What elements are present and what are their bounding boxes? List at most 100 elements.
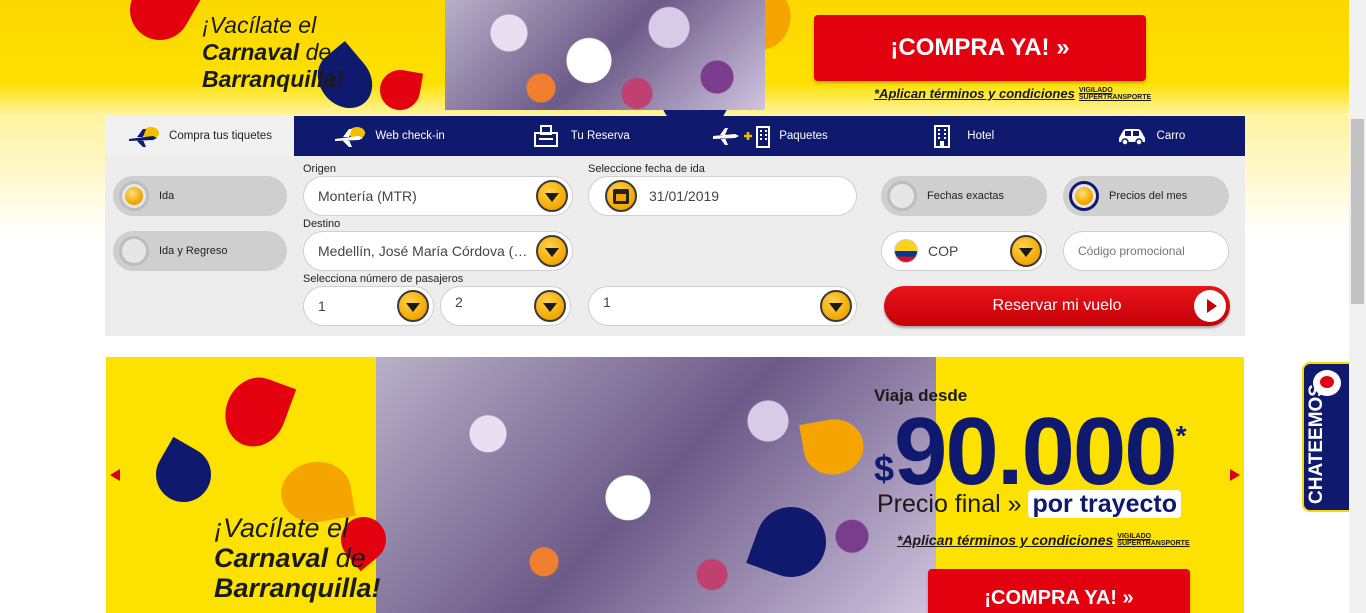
- buy-now-button[interactable]: ¡COMPRA YA! »: [814, 15, 1146, 81]
- search-tabs: Compra tus tiquetes Web check-in Tu Rese…: [105, 116, 1245, 156]
- decor-petal: [145, 436, 222, 513]
- exact-dates-label: Fechas exactas: [927, 190, 1005, 202]
- one-way-label: Ida: [159, 190, 175, 202]
- hero-terms-link[interactable]: *Aplican términos y condiciones VIGILADO…: [897, 532, 1190, 548]
- terms-link[interactable]: *Aplican términos y condiciones VIGILADO…: [874, 86, 1152, 101]
- colombia-flag-icon: [894, 239, 918, 263]
- chevron-down-icon[interactable]: [1010, 235, 1042, 267]
- plane-hotel-icon: [711, 124, 771, 148]
- infants-value: 1: [603, 294, 611, 310]
- price-asterisk: *: [1175, 420, 1187, 451]
- origin-value: Montería (MTR): [318, 188, 417, 204]
- carousel-next-arrow[interactable]: [1230, 469, 1240, 481]
- chat-label: CHATEEMOS: [1306, 384, 1327, 504]
- tab-label: Compra tus tiquetes: [169, 130, 272, 142]
- promo-title-bold: Carnaval: [202, 39, 300, 65]
- infants-select[interactable]: 1: [588, 286, 857, 326]
- hero-title-bold: Carnaval: [214, 543, 329, 573]
- plane-cloud-icon: [333, 124, 367, 148]
- month-prices-label: Precios del mes: [1109, 190, 1188, 202]
- destination-label: Destino: [303, 218, 341, 230]
- chevron-down-icon[interactable]: [534, 290, 566, 322]
- price-amount: $ 90.000 *: [874, 402, 1187, 502]
- reserve-flight-button[interactable]: Reservar mi vuelo: [884, 286, 1230, 326]
- tab-paquetes[interactable]: Paquetes: [674, 116, 864, 156]
- round-trip-label: Ida y Regreso: [159, 245, 228, 257]
- hero-title-de: de: [335, 543, 366, 573]
- chat-widget[interactable]: CHATEEMOS: [1302, 362, 1349, 512]
- radio-round-trip[interactable]: [119, 236, 149, 266]
- tab-carro[interactable]: Carro: [1055, 116, 1245, 156]
- trip-type-round-trip[interactable]: Ida y Regreso: [113, 231, 287, 271]
- promo-title-de: de: [305, 39, 332, 65]
- radio-one-way[interactable]: [119, 181, 149, 211]
- price-subtitle: Precio final » por trayecto: [877, 490, 1181, 519]
- origin-select[interactable]: Montería (MTR): [303, 176, 573, 216]
- buy-now-label: ¡COMPRA YA! »: [890, 34, 1070, 61]
- children-select[interactable]: 2: [440, 286, 571, 326]
- date-value: 31/01/2019: [649, 188, 720, 204]
- tab-label: Paquetes: [779, 130, 828, 142]
- date-picker[interactable]: 31/01/2019: [588, 176, 857, 216]
- top-promo-banner[interactable]: ¡Vacílate el Carnaval de Barranquilla! ¡…: [0, 0, 1366, 118]
- radio-month-prices[interactable]: [1069, 181, 1099, 211]
- hero-title: ¡Vacílate el Carnaval de Barranquilla!: [214, 513, 381, 603]
- currency-value: COP: [928, 243, 959, 259]
- price-value: 90.000: [894, 398, 1178, 505]
- tab-label: Tu Reserva: [570, 130, 630, 142]
- passengers-label: Selecciona número de pasajeros: [303, 273, 464, 285]
- vigilado-seal: VIGILADO SUPERTRANSPORTE: [1078, 86, 1152, 101]
- promo-title-line1: ¡Vacílate el: [202, 12, 317, 38]
- chevron-down-icon[interactable]: [397, 290, 429, 322]
- tab-hotel[interactable]: Hotel: [865, 116, 1055, 156]
- currency-select[interactable]: COP: [881, 231, 1047, 271]
- plane-cloud-icon: [127, 124, 161, 148]
- tab-label: Hotel: [967, 130, 995, 142]
- terms-label: *Aplican términos y condiciones: [874, 86, 1075, 101]
- decor-petal: [376, 66, 424, 114]
- carnival-photo: [376, 357, 936, 613]
- chevron-down-icon[interactable]: [536, 180, 568, 212]
- building-icon: [925, 124, 959, 148]
- carnival-photo: [445, 0, 765, 110]
- currency-symbol: $: [874, 448, 895, 489]
- promo-title-line3: Barranquilla!: [202, 66, 344, 92]
- chevron-down-icon[interactable]: [536, 235, 568, 267]
- play-arrow-icon: [1194, 290, 1226, 322]
- tab-compra-tiquetes[interactable]: Compra tus tiquetes: [105, 116, 294, 156]
- scrollbar-thumb[interactable]: [1351, 119, 1364, 304]
- page-scrollbar[interactable]: [1349, 0, 1366, 613]
- price-sub-b: por trayecto: [1028, 490, 1181, 518]
- promo-title: ¡Vacílate el Carnaval de Barranquilla!: [202, 12, 344, 93]
- decor-petal: [215, 368, 297, 456]
- hero-buy-now-label: ¡COMPRA YA! »: [984, 587, 1134, 609]
- calendar-icon[interactable]: [605, 180, 637, 212]
- trip-type-one-way[interactable]: Ida: [113, 176, 287, 216]
- hero-buy-now-button[interactable]: ¡COMPRA YA! »: [928, 569, 1190, 613]
- reserve-flight-label: Reservar mi vuelo: [992, 297, 1122, 314]
- month-prices-option[interactable]: Precios del mes: [1063, 176, 1229, 216]
- radio-exact-dates[interactable]: [887, 181, 917, 211]
- origin-label: Origen: [303, 163, 337, 175]
- adults-select[interactable]: 1: [303, 286, 434, 326]
- carousel-prev-arrow[interactable]: [110, 469, 120, 481]
- chevron-down-icon[interactable]: [820, 290, 852, 322]
- adults-value: 1: [318, 298, 326, 314]
- hero-title-line1: ¡Vacílate el: [214, 513, 349, 543]
- ticket-icon: [529, 124, 563, 148]
- tab-label: Web check-in: [375, 130, 445, 142]
- car-icon: [1115, 124, 1149, 148]
- tab-web-checkin[interactable]: Web check-in: [294, 116, 484, 156]
- destination-value: Medellín, José María Córdova (MDE): [318, 243, 536, 259]
- decor-petal: [119, 0, 201, 51]
- price-sub-a: Precio final »: [877, 490, 1022, 518]
- tab-label: Carro: [1156, 130, 1186, 142]
- vigilado-seal: VIGILADO SUPERTRANSPORTE: [1117, 533, 1190, 547]
- children-value: 2: [455, 294, 463, 310]
- promo-code-input[interactable]: [1063, 231, 1229, 271]
- destination-select[interactable]: Medellín, José María Córdova (MDE): [303, 231, 573, 271]
- exact-dates-option[interactable]: Fechas exactas: [881, 176, 1047, 216]
- tab-tu-reserva[interactable]: Tu Reserva: [484, 116, 674, 156]
- hero-terms-label: *Aplican términos y condiciones: [897, 532, 1114, 548]
- hero-title-line3: Barranquilla!: [214, 573, 381, 603]
